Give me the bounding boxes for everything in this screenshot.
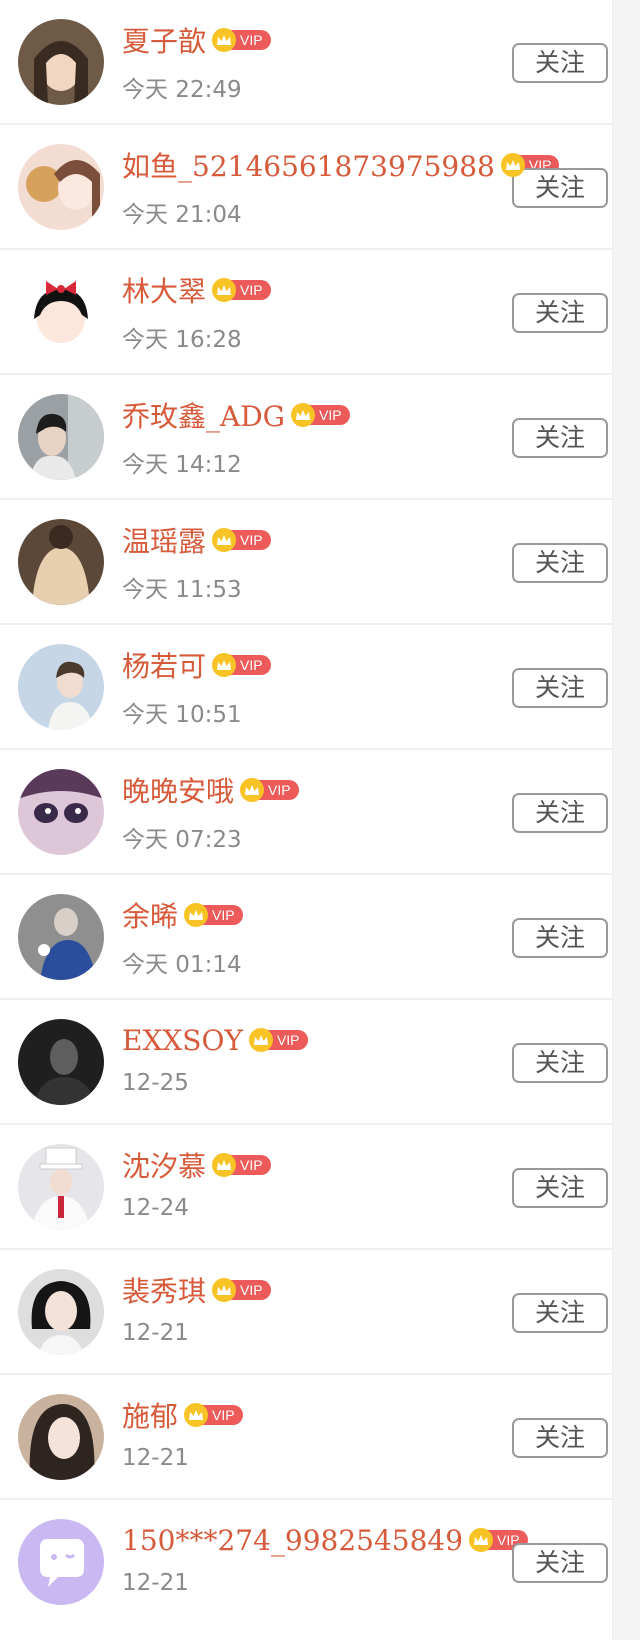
follow-button[interactable]: 关注 bbox=[512, 1543, 608, 1583]
crown-icon bbox=[212, 28, 237, 52]
follow-button[interactable]: 关注 bbox=[512, 168, 608, 208]
visit-time: 今天 07:23 bbox=[122, 827, 242, 853]
crown-icon bbox=[184, 1403, 209, 1427]
vip-badge: VIP bbox=[212, 653, 271, 677]
visit-time: 12-24 bbox=[122, 1195, 189, 1221]
avatar[interactable] bbox=[18, 1144, 104, 1230]
crown-icon bbox=[212, 278, 237, 302]
avatar[interactable] bbox=[18, 519, 104, 605]
crown-icon bbox=[248, 1028, 273, 1052]
vip-badge: VIP bbox=[248, 1028, 308, 1052]
follow-button[interactable]: 关注 bbox=[512, 293, 608, 333]
user-name[interactable]: 夏子歆 bbox=[122, 20, 206, 60]
vip-badge: VIP bbox=[212, 28, 271, 52]
list-item[interactable]: 乔玫鑫_ADG VIP 今天 14:12 关注 bbox=[0, 375, 612, 500]
avatar[interactable] bbox=[18, 769, 104, 855]
avatar[interactable] bbox=[18, 394, 104, 480]
avatar[interactable] bbox=[18, 894, 104, 980]
user-name[interactable]: 乔玫鑫_ADG bbox=[122, 395, 285, 435]
vip-badge: VIP bbox=[212, 1278, 271, 1302]
list-item[interactable]: 裴秀琪 VIP 12-21 关注 bbox=[0, 1250, 612, 1375]
follow-button[interactable]: 关注 bbox=[512, 1293, 608, 1333]
avatar[interactable] bbox=[18, 1519, 104, 1605]
crown-icon bbox=[469, 1528, 494, 1552]
visit-time: 今天 11:53 bbox=[122, 577, 242, 603]
avatar[interactable] bbox=[18, 1269, 104, 1355]
avatar[interactable] bbox=[18, 644, 104, 730]
visit-time: 12-25 bbox=[122, 1070, 189, 1096]
follow-button[interactable]: 关注 bbox=[512, 1418, 608, 1458]
vip-badge: VIP bbox=[212, 528, 271, 552]
vip-badge: VIP bbox=[184, 1403, 243, 1427]
crown-icon bbox=[184, 903, 209, 927]
list-item[interactable]: 沈汐慕 VIP 12-24 关注 bbox=[0, 1125, 612, 1250]
user-name[interactable]: 施郁 bbox=[122, 1395, 178, 1435]
avatar[interactable] bbox=[18, 144, 104, 230]
user-name[interactable]: 余晞 bbox=[122, 895, 178, 935]
list-item[interactable]: 夏子歆 VIP 今天 22:49 关注 bbox=[0, 0, 612, 125]
user-name[interactable]: 杨若可 bbox=[122, 645, 206, 685]
visit-time: 今天 01:14 bbox=[122, 952, 242, 978]
user-name[interactable]: 如鱼_52146561873975988 bbox=[122, 145, 495, 185]
visit-time: 12-21 bbox=[122, 1320, 189, 1346]
vip-badge: VIP bbox=[212, 1153, 271, 1177]
list-item[interactable]: EXXSOY VIP 12-25 关注 bbox=[0, 1000, 612, 1125]
vip-badge: VIP bbox=[240, 778, 299, 802]
list-item[interactable]: 施郁 VIP 12-21 关注 bbox=[0, 1375, 612, 1500]
visit-time: 今天 14:12 bbox=[122, 452, 242, 478]
user-name[interactable]: 沈汐慕 bbox=[122, 1145, 206, 1185]
follow-button[interactable]: 关注 bbox=[512, 43, 608, 83]
list-item[interactable]: 晚晚安哦 VIP 今天 07:23 关注 bbox=[0, 750, 612, 875]
user-name[interactable]: 温瑶露 bbox=[122, 520, 206, 560]
visit-time: 12-21 bbox=[122, 1445, 189, 1471]
crown-icon bbox=[212, 528, 237, 552]
follow-button[interactable]: 关注 bbox=[512, 668, 608, 708]
user-name[interactable]: 林大翠 bbox=[122, 270, 206, 310]
list-item[interactable]: 杨若可 VIP 今天 10:51 关注 bbox=[0, 625, 612, 750]
visit-time: 12-21 bbox=[122, 1570, 189, 1596]
follow-button[interactable]: 关注 bbox=[512, 418, 608, 458]
visit-time: 今天 16:28 bbox=[122, 327, 242, 353]
follow-button[interactable]: 关注 bbox=[512, 543, 608, 583]
list-item[interactable]: 150***274_9982545849 VIP 12-21 关注 bbox=[0, 1500, 612, 1625]
user-name[interactable]: EXXSOY bbox=[122, 1024, 243, 1057]
follow-button[interactable]: 关注 bbox=[512, 1043, 608, 1083]
follower-list: 夏子歆 VIP 今天 22:49 关注 如鱼_52146561873975988… bbox=[0, 0, 613, 1640]
follow-button[interactable]: 关注 bbox=[512, 1168, 608, 1208]
avatar[interactable] bbox=[18, 1019, 104, 1105]
visit-time: 今天 10:51 bbox=[122, 702, 242, 728]
avatar[interactable] bbox=[18, 269, 104, 355]
user-name[interactable]: 裴秀琪 bbox=[122, 1270, 206, 1310]
crown-icon bbox=[212, 653, 237, 677]
vip-badge: VIP bbox=[184, 903, 243, 927]
list-item[interactable]: 温瑶露 VIP 今天 11:53 关注 bbox=[0, 500, 612, 625]
follow-button[interactable]: 关注 bbox=[512, 793, 608, 833]
crown-icon bbox=[212, 1153, 237, 1177]
crown-icon bbox=[212, 1278, 237, 1302]
vip-badge: VIP bbox=[212, 278, 271, 302]
list-item[interactable]: 林大翠 VIP 今天 16:28 关注 bbox=[0, 250, 612, 375]
visit-time: 今天 21:04 bbox=[122, 202, 242, 228]
follow-button[interactable]: 关注 bbox=[512, 918, 608, 958]
crown-icon bbox=[240, 778, 265, 802]
crown-icon bbox=[500, 153, 525, 177]
avatar[interactable] bbox=[18, 19, 104, 105]
list-item[interactable]: 如鱼_52146561873975988 VIP 今天 21:04 关注 bbox=[0, 125, 612, 250]
vip-badge: VIP bbox=[291, 403, 350, 427]
avatar[interactable] bbox=[18, 1394, 104, 1480]
crown-icon bbox=[291, 403, 316, 427]
user-name[interactable]: 150***274_9982545849 bbox=[122, 1524, 463, 1557]
visit-time: 今天 22:49 bbox=[122, 77, 242, 103]
list-item[interactable]: 余晞 VIP 今天 01:14 关注 bbox=[0, 875, 612, 1000]
user-name[interactable]: 晚晚安哦 bbox=[122, 770, 234, 810]
